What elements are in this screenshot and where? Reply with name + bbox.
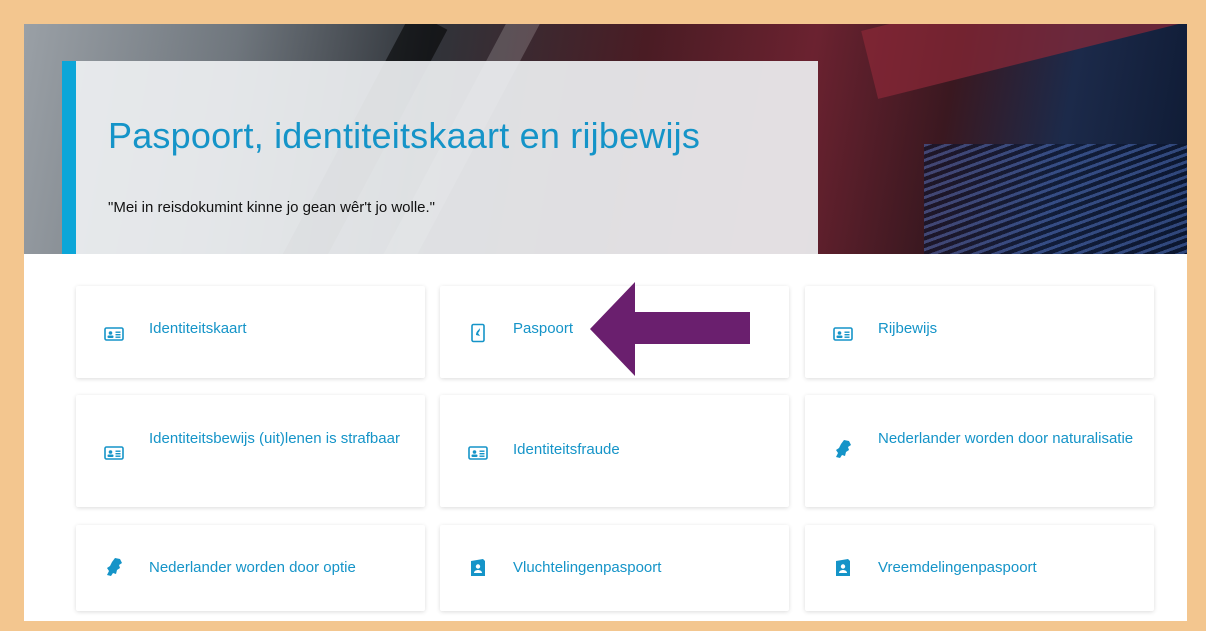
card-label: Identiteitsbewijs (uit)lenen is strafbaa… [149, 430, 400, 447]
card-label: Identiteitskaart [149, 320, 247, 337]
card-vluchtelingenpaspoort[interactable]: Vluchtelingenpaspoort [440, 525, 789, 611]
travel-document-icon [471, 559, 485, 576]
hero-text-panel: Paspoort, identiteitskaart en rijbewijs … [62, 61, 818, 254]
arrow-left-icon [590, 282, 750, 376]
passport-icon [471, 323, 485, 343]
drivers-license-icon [833, 327, 853, 341]
card-nederlander-naturalisatie[interactable]: Nederlander worden door naturalisatie [805, 395, 1154, 507]
hero-photo-detail [861, 24, 1187, 99]
travel-document-icon [836, 559, 850, 576]
card-rijbewijs[interactable]: Rijbewijs [805, 286, 1154, 378]
netherlands-map-icon [836, 440, 851, 458]
card-label: Rijbewijs [878, 320, 938, 337]
card-label: Nederlander worden door optie [149, 559, 356, 576]
page-subtitle: "Mei in reisdokumint kinne jo gean wêr't… [108, 199, 435, 216]
card-identiteitsbewijs-uitlenen[interactable]: Identiteitsbewijs (uit)lenen is strafbaa… [76, 395, 425, 507]
card-label: Nederlander worden door naturalisatie [878, 430, 1134, 447]
card-identiteitskaart[interactable]: Identiteitskaart [76, 286, 425, 378]
card-label: Vluchtelingenpaspoort [513, 559, 662, 576]
hero-banner: Paspoort, identiteitskaart en rijbewijs … [24, 24, 1187, 254]
card-label: Identiteitsfraude [513, 441, 620, 458]
id-card-icon [104, 327, 124, 341]
hero-photo-detail [924, 144, 1187, 254]
card-identiteitsfraude[interactable]: Identiteitsfraude [440, 395, 789, 507]
card-label: Vreemdelingenpaspoort [878, 559, 1037, 576]
id-card-icon [468, 446, 488, 460]
card-nederlander-optie[interactable]: Nederlander worden door optie [76, 525, 425, 611]
card-vreemdelingenpaspoort[interactable]: Vreemdelingenpaspoort [805, 525, 1154, 611]
netherlands-map-icon [107, 558, 122, 576]
page-title: Paspoort, identiteitskaart en rijbewijs [108, 115, 701, 156]
id-card-icon [104, 446, 124, 460]
